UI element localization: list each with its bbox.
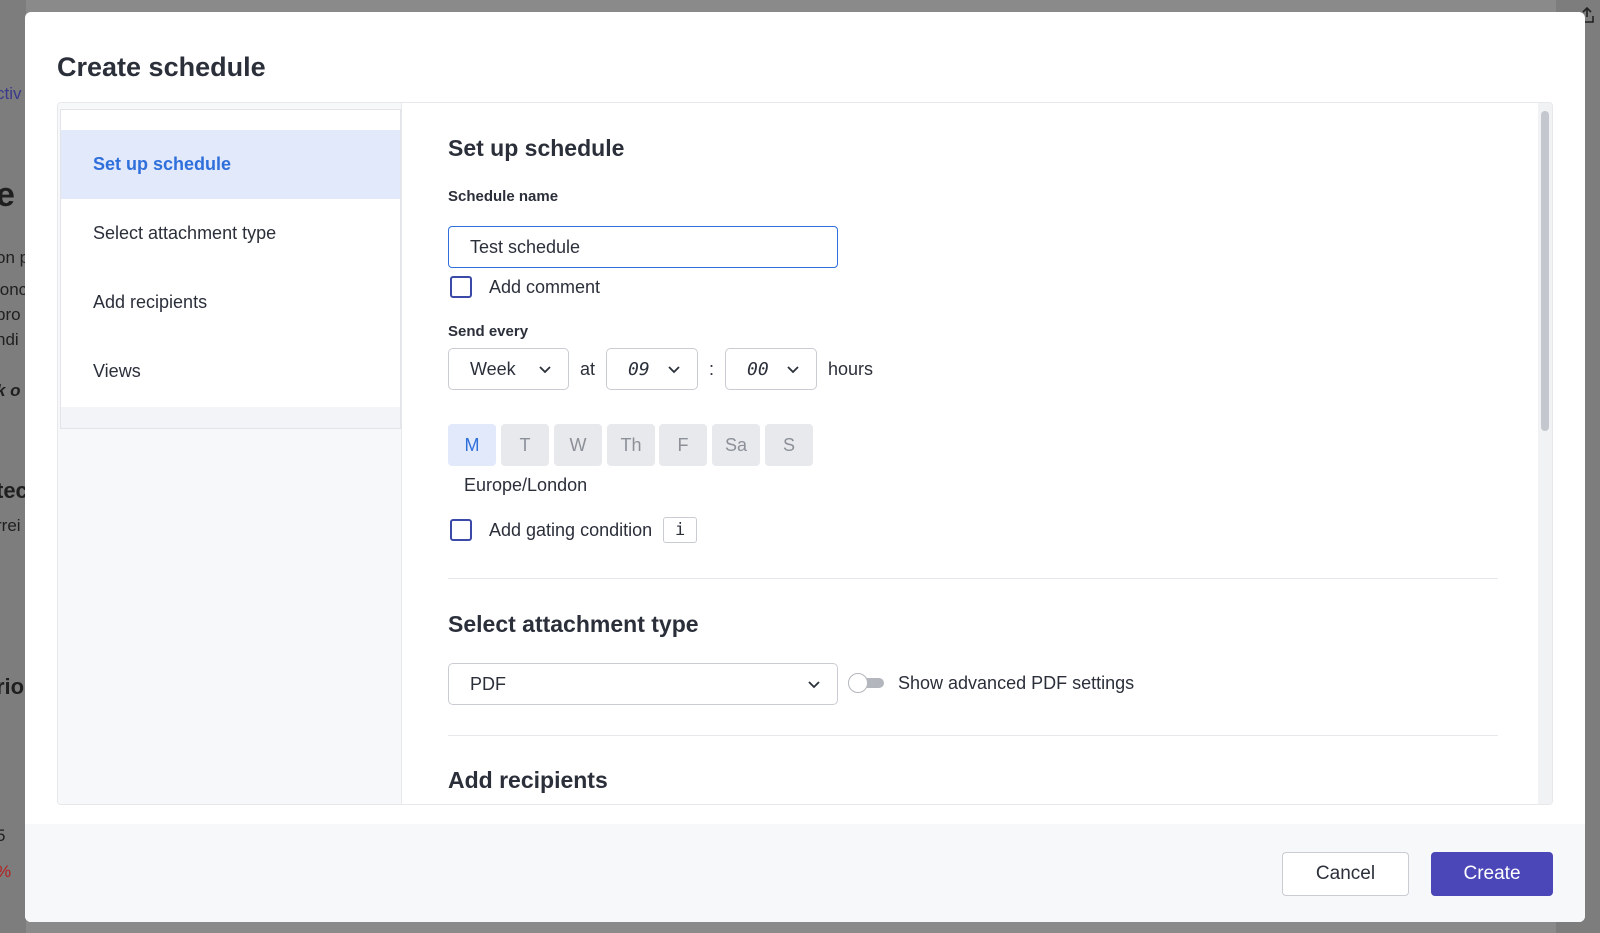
section-title-recipients: Add recipients (448, 767, 608, 793)
sidebar-item-select-attachment-type[interactable]: Select attachment type (61, 199, 400, 268)
minute-value: 00 (747, 358, 769, 380)
add-comment-label: Add comment (489, 276, 601, 297)
sidebar-item-set-up-schedule[interactable]: Set up schedule (61, 130, 400, 199)
scrollbar[interactable] (1538, 103, 1552, 804)
sidebar-nav: Set up schedule Select attachment type A… (60, 109, 401, 429)
schedule-name-label: Schedule name (448, 188, 559, 205)
background-text: tec (0, 478, 26, 503)
day-friday[interactable]: F (659, 424, 707, 466)
cancel-button[interactable]: Cancel (1282, 852, 1409, 896)
sidebar-item-add-recipients[interactable]: Add recipients (61, 268, 400, 337)
attachment-type-select[interactable]: PDF (448, 663, 838, 705)
scrollbar-thumb[interactable] (1541, 111, 1549, 431)
day-wednesday[interactable]: W (554, 424, 602, 466)
background-left-strip: ctiv e on p lonc pro ndi k o tec rrei ri… (0, 0, 26, 933)
time-colon: : (709, 359, 715, 379)
background-text: ctiv (0, 84, 22, 103)
gating-condition-checkbox[interactable] (450, 519, 472, 541)
day-saturday[interactable]: Sa (712, 424, 760, 466)
day-tuesday[interactable]: T (501, 424, 549, 466)
advanced-pdf-label: Show advanced PDF settings (898, 673, 1135, 693)
at-label: at (580, 359, 596, 379)
background-text: rio (0, 674, 25, 699)
sidebar: Set up schedule Select attachment type A… (58, 103, 402, 804)
add-comment-row: Add comment (450, 276, 600, 298)
modal-title: Create schedule (57, 52, 266, 82)
background-text: pro (0, 305, 21, 324)
background-text: k o (0, 381, 21, 400)
background-text: rrei (0, 516, 21, 535)
background-text: 5 (0, 826, 6, 845)
chevron-down-icon (787, 366, 799, 374)
sidebar-nav-footer (61, 407, 400, 428)
gating-condition-label: Add gating condition (489, 519, 653, 540)
chevron-down-icon (808, 681, 820, 689)
hour-value: 09 (628, 358, 650, 380)
section-title-attachment: Select attachment type (448, 611, 699, 637)
chevron-down-icon (668, 366, 680, 374)
timezone-label: Europe/London (464, 475, 588, 495)
add-comment-checkbox[interactable] (450, 276, 472, 298)
schedule-name-input[interactable] (448, 226, 838, 268)
frequency-value: Week (470, 358, 516, 379)
info-icon[interactable]: i (663, 517, 698, 543)
section-divider (448, 578, 1498, 579)
toggle-knob (848, 673, 868, 693)
background-text: ndi (0, 330, 19, 349)
hour-select[interactable]: 09 (606, 348, 698, 390)
send-every-label: Send every (448, 323, 529, 340)
attachment-type-value: PDF (470, 673, 506, 694)
day-sunday[interactable]: S (765, 424, 813, 466)
day-thursday[interactable]: Th (607, 424, 655, 466)
minute-select[interactable]: 00 (725, 348, 817, 390)
background-text: lonc (0, 280, 26, 299)
frequency-select[interactable]: Week (448, 348, 569, 390)
modal-content: Set up schedule Select attachment type A… (57, 102, 1553, 805)
sidebar-item-views[interactable]: Views (61, 337, 400, 406)
background-text: on p (0, 248, 26, 267)
section-divider (448, 735, 1498, 736)
create-button[interactable]: Create (1431, 852, 1553, 896)
day-monday[interactable]: M (448, 424, 496, 466)
gating-condition-row: Add gating condition i (450, 517, 698, 543)
background-text: e (0, 176, 15, 214)
background-text: % (0, 862, 11, 882)
advanced-pdf-toggle[interactable] (848, 673, 886, 693)
hours-label: hours (828, 359, 874, 379)
chevron-down-icon (539, 366, 551, 374)
create-schedule-modal: Create schedule Set up schedule Select a… (25, 12, 1585, 922)
main-panel[interactable]: Set up schedule Schedule name Add commen… (403, 103, 1538, 804)
section-title-setup: Set up schedule (448, 135, 625, 161)
